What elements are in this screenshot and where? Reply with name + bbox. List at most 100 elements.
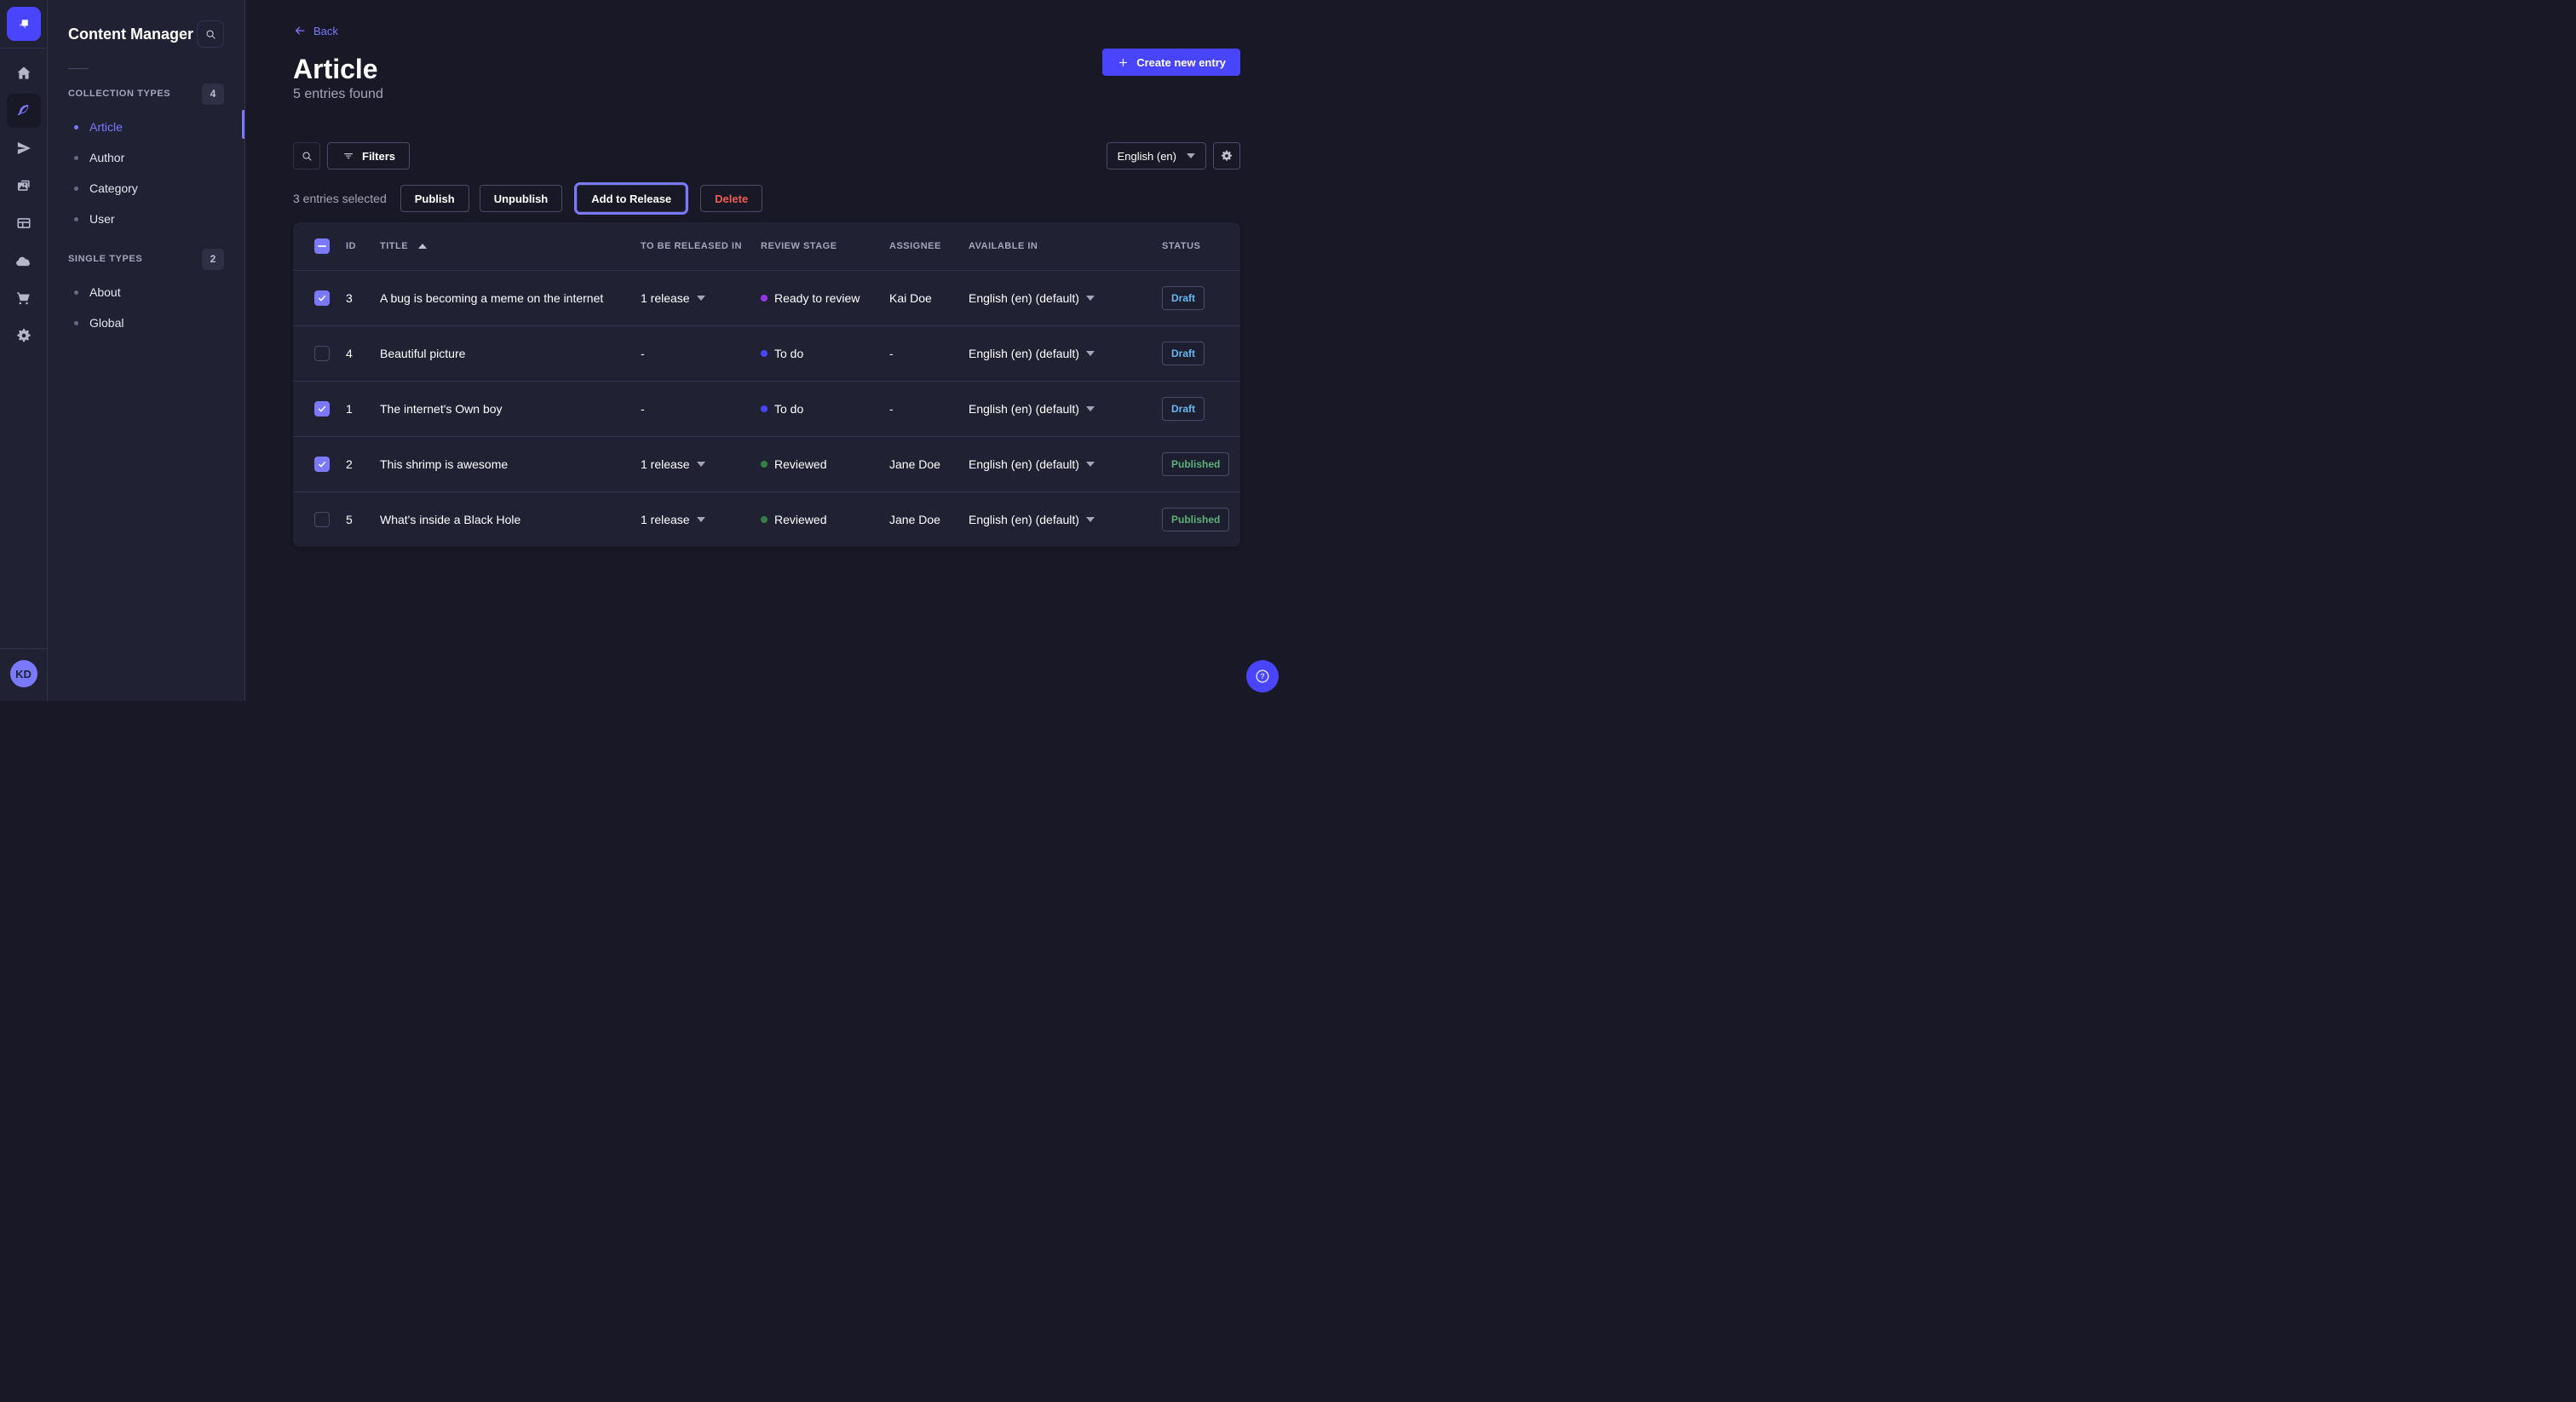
bullet-icon (74, 156, 78, 160)
table-row[interactable]: 4 Beautiful picture - To do - English (e… (293, 325, 1240, 381)
cell-review-stage: Reviewed (756, 457, 884, 471)
sidebar-divider (68, 68, 89, 69)
media-library-icon[interactable] (7, 169, 41, 203)
column-header-status[interactable]: STATUS (1157, 241, 1240, 251)
cell-available-in[interactable]: English (en) (default) (963, 402, 1157, 416)
add-to-release-button[interactable]: Add to Release (577, 185, 686, 212)
cell-title: Beautiful picture (375, 347, 635, 360)
bullet-icon (74, 321, 78, 325)
chevron-down-icon (697, 296, 705, 301)
column-header-review-stage[interactable]: REVIEW STAGE (756, 241, 884, 251)
indeterminate-dash-icon (318, 245, 326, 247)
stage-label: Reviewed (774, 457, 826, 471)
locale-value: English (en) (default) (969, 513, 1079, 526)
help-button[interactable]: ? (1246, 660, 1279, 692)
settings-gear-icon[interactable] (7, 319, 41, 353)
cell-available-in[interactable]: English (en) (default) (963, 291, 1157, 305)
deploy-cloud-icon[interactable] (7, 244, 41, 278)
cell-title: This shrimp is awesome (375, 457, 635, 471)
entries-count: 5 entries found (293, 87, 1240, 102)
collection-types-list: Article Author Category User (68, 112, 224, 234)
check-icon (317, 293, 327, 303)
cell-available-in[interactable]: English (en) (default) (963, 513, 1157, 526)
filters-label: Filters (362, 150, 395, 163)
content-type-builder-icon[interactable] (7, 206, 41, 240)
view-settings-gear-icon[interactable] (1213, 142, 1240, 170)
collection-types-label: COLLECTION TYPES (68, 89, 170, 99)
sidebar-item-global[interactable]: Global (68, 307, 224, 338)
create-new-entry-label: Create new entry (1136, 56, 1226, 69)
chevron-down-icon (1086, 462, 1095, 467)
unpublish-button[interactable]: Unpublish (480, 185, 563, 212)
chevron-down-icon (1086, 296, 1095, 301)
stage-label: To do (774, 347, 803, 360)
strapi-logo[interactable] (7, 7, 41, 41)
stage-dot-icon (761, 350, 768, 357)
table-row[interactable]: 3 A bug is becoming a meme on the intern… (293, 270, 1240, 325)
sidebar-item-label: About (89, 285, 121, 299)
cell-assignee: - (884, 402, 963, 416)
release-value: 1 release (641, 291, 690, 305)
cell-to-be-released-in[interactable]: 1 release (635, 457, 756, 471)
cell-to-be-released-in[interactable]: 1 release (635, 291, 756, 305)
releases-paper-plane-icon[interactable] (7, 131, 41, 165)
row-checkbox[interactable] (314, 512, 330, 527)
delete-button[interactable]: Delete (700, 185, 762, 212)
cell-review-stage: Ready to review (756, 291, 884, 305)
chevron-down-icon (1086, 517, 1095, 522)
row-checkbox[interactable] (314, 401, 330, 417)
table-row[interactable]: 1 The internet's Own boy - To do - Engli… (293, 381, 1240, 436)
cell-to-be-released-in[interactable]: 1 release (635, 513, 756, 526)
sidebar-item-label: User (89, 212, 115, 226)
table-row[interactable]: 2 This shrimp is awesome 1 release Revie… (293, 436, 1240, 491)
sidebar-item-about[interactable]: About (68, 277, 224, 307)
create-new-entry-button[interactable]: Create new entry (1102, 49, 1240, 76)
active-item-indicator (242, 110, 244, 139)
column-header-id[interactable]: ID (341, 241, 375, 251)
cell-assignee: Jane Doe (884, 457, 963, 471)
cell-assignee: Kai Doe (884, 291, 963, 305)
filter-icon (342, 149, 355, 163)
table-header-row: ID TITLE TO BE RELEASED IN REVIEW STAGE … (293, 222, 1240, 270)
column-header-available-in[interactable]: AVAILABLE IN (963, 241, 1157, 251)
single-types-label: SINGLE TYPES (68, 254, 142, 264)
column-header-assignee[interactable]: ASSIGNEE (884, 241, 963, 251)
rail-icon-list (7, 49, 41, 353)
row-checkbox[interactable] (314, 346, 330, 361)
publish-button[interactable]: Publish (400, 185, 469, 212)
search-icon[interactable] (197, 20, 224, 48)
select-all-checkbox[interactable] (314, 238, 330, 254)
table-row[interactable]: 5 What's inside a Black Hole 1 release R… (293, 491, 1240, 547)
page-title: Article (293, 53, 1240, 85)
locale-select[interactable]: English (en) (1107, 142, 1206, 170)
cell-available-in[interactable]: English (en) (default) (963, 347, 1157, 360)
cell-available-in[interactable]: English (en) (default) (963, 457, 1157, 471)
cell-id: 2 (341, 457, 375, 471)
chevron-down-icon (1086, 406, 1095, 411)
search-icon[interactable] (293, 142, 320, 170)
sidebar-item-category[interactable]: Category (68, 173, 224, 204)
back-link[interactable]: Back (293, 24, 338, 37)
content-manager-feather-icon[interactable] (7, 94, 41, 128)
user-avatar[interactable]: KD (10, 660, 37, 687)
cell-id: 5 (341, 513, 375, 526)
sidebar-item-article[interactable]: Article (68, 112, 224, 142)
cell-id: 4 (341, 347, 375, 360)
sidebar-item-author[interactable]: Author (68, 142, 224, 173)
row-checkbox[interactable] (314, 457, 330, 472)
home-icon[interactable] (7, 56, 41, 90)
column-header-title[interactable]: TITLE (375, 241, 635, 251)
filters-button[interactable]: Filters (327, 142, 410, 170)
main-content: Back Article 5 entries found Create new … (245, 0, 1288, 701)
locale-value: English (en) (default) (969, 457, 1079, 471)
sidebar-item-user[interactable]: User (68, 204, 224, 234)
content-manager-sidebar: Content Manager COLLECTION TYPES 4 Artic… (48, 0, 245, 701)
arrow-left-icon (293, 24, 307, 37)
sidebar-item-label: Category (89, 181, 138, 195)
marketplace-cart-icon[interactable] (7, 281, 41, 315)
status-badge: Draft (1162, 286, 1205, 310)
cell-review-stage: Reviewed (756, 513, 884, 526)
row-checkbox[interactable] (314, 290, 330, 306)
column-header-to-be-released-in[interactable]: TO BE RELEASED IN (635, 241, 756, 251)
logo-container (0, 0, 47, 49)
